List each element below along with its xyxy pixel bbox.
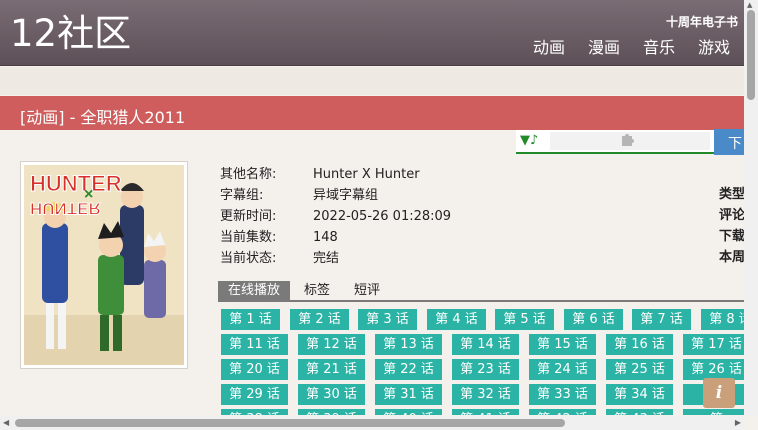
episode-button[interactable]: 第 6 话 [564, 309, 623, 330]
episode-button[interactable]: 第 26 话 [683, 359, 744, 380]
episode-button[interactable]: 第 15 话 [529, 334, 596, 355]
episode-button[interactable]: 第 39 话 [298, 409, 365, 415]
episode-button[interactable]: 第 11 话 [221, 334, 288, 355]
music-player[interactable]: ▼♪ [516, 130, 714, 154]
episode-button[interactable]: 第 13 话 [375, 334, 442, 355]
info-icon[interactable]: i [703, 378, 735, 408]
info-label: 当前状态: [220, 251, 277, 266]
episode-button[interactable]: 第 29 话 [221, 384, 288, 405]
side-label-type: 类型 [719, 187, 746, 202]
episode-button[interactable]: 第 31 话 [375, 384, 442, 405]
main-nav: 动画 漫画 音乐 游戏 [533, 38, 730, 58]
nav-games[interactable]: 游戏 [698, 38, 730, 58]
episode-button[interactable]: 第 43 话 [606, 409, 673, 415]
vertical-scrollbar[interactable]: ▲ [744, 0, 758, 416]
side-info-labels: 类型 评论 下载 本周 [719, 184, 745, 268]
episode-button[interactable]: 第 34 话 [606, 384, 673, 405]
episode-button[interactable]: 第 30 话 [298, 384, 365, 405]
episode-button[interactable]: 第 2 话 [290, 309, 349, 330]
episode-button[interactable]: 第 20 话 [221, 359, 288, 380]
site-header: 12社区 十周年电子书 动画 漫画 音乐 游戏 [0, 0, 744, 66]
episode-button[interactable]: 第 40 话 [375, 409, 442, 415]
scroll-up-arrow-icon[interactable]: ▲ [747, 1, 752, 9]
plugin-puzzle-icon [620, 131, 636, 151]
episode-button[interactable]: 第 [683, 409, 744, 415]
tenth-anniversary-ebook-link[interactable]: 十周年电子书 [666, 13, 738, 30]
site-logo[interactable]: 12社区 [10, 14, 131, 54]
info-value: 2022-05-26 01:28:09 [313, 209, 452, 224]
tab-tags[interactable]: 标签 [294, 281, 340, 300]
info-value: 148 [313, 230, 338, 245]
horizontal-scroll-thumb[interactable] [15, 419, 565, 427]
episode-button[interactable]: 第 8 话 [701, 309, 744, 330]
scroll-left-arrow-icon[interactable]: ◀ [3, 418, 9, 427]
episode-button[interactable]: 第 21 话 [298, 359, 365, 380]
tab-short-reviews[interactable]: 短评 [344, 281, 390, 300]
page-title-bar: [动画] - 全职猎人2011 [0, 96, 744, 130]
svg-text:×: × [84, 186, 93, 203]
info-value[interactable]: 异域字幕组 [313, 185, 378, 206]
info-label: 更新时间: [220, 209, 277, 224]
nav-anime[interactable]: 动画 [533, 38, 565, 58]
horizontal-scrollbar[interactable]: ◀ ▶ [0, 416, 744, 430]
info-value: Hunter X Hunter [313, 167, 420, 182]
side-label-comments: 评论 [719, 208, 746, 223]
content-tabs: 在线播放 标签 短评 [218, 281, 744, 302]
episode-button[interactable]: 第 24 话 [529, 359, 596, 380]
download-button[interactable]: 下 [714, 129, 744, 155]
episode-button[interactable]: 第 23 话 [452, 359, 519, 380]
episode-button[interactable]: 第 1 话 [221, 309, 280, 330]
episode-list: 第 1 话第 2 话第 3 话第 4 话第 5 话第 6 话第 7 话第 8 话… [221, 309, 744, 415]
episode-button[interactable]: 第 17 话 [683, 334, 744, 355]
episode-button[interactable]: 第 16 话 [606, 334, 673, 355]
info-label: 字幕组: [220, 188, 264, 203]
episode-button[interactable]: 第 7 话 [632, 309, 691, 330]
music-note-icon[interactable]: ▼♪ [520, 133, 538, 148]
episode-button[interactable]: 第 14 话 [452, 334, 519, 355]
episode-button[interactable]: 第 41 话 [452, 409, 519, 415]
episode-button[interactable]: 第 42 话 [529, 409, 596, 415]
vertical-scroll-thumb[interactable] [747, 10, 755, 100]
page-title: [动画] - 全职猎人2011 [20, 108, 186, 127]
episode-button[interactable]: 第 3 话 [358, 309, 417, 330]
episode-button[interactable]: 第 38 话 [221, 409, 288, 415]
info-row-status: 当前状态: 完结 [220, 248, 451, 269]
info-value: 完结 [313, 251, 340, 266]
episode-button[interactable]: 第 33 话 [529, 384, 596, 405]
episode-button[interactable]: 第 25 话 [606, 359, 673, 380]
sub-band [0, 67, 744, 95]
info-label: 其他名称: [220, 167, 277, 182]
anime-info-table: 其他名称: Hunter X Hunter 字幕组: 异域字幕组 更新时间: 2… [220, 164, 451, 269]
info-row-subgroup: 字幕组: 异域字幕组 [220, 185, 451, 206]
tab-online-play[interactable]: 在线播放 [218, 281, 291, 300]
side-label-downloads: 下载 [719, 229, 746, 244]
info-row-updated: 更新时间: 2022-05-26 01:28:09 [220, 206, 451, 227]
episode-button[interactable]: 第 32 话 [452, 384, 519, 405]
nav-manga[interactable]: 漫画 [588, 38, 620, 58]
cover-title-top: HUNTER [30, 171, 122, 196]
episode-button[interactable]: 第 12 话 [298, 334, 365, 355]
info-row-alt-name: 其他名称: Hunter X Hunter [220, 164, 451, 185]
info-row-episodes: 当前集数: 148 [220, 227, 451, 248]
anime-cover-image: HUNTER HUNTER × [20, 161, 188, 369]
scroll-right-arrow-icon[interactable]: ▶ [735, 418, 741, 427]
episode-button[interactable]: 第 22 话 [375, 359, 442, 380]
episode-button[interactable]: 第 4 话 [427, 309, 486, 330]
info-label: 当前集数: [220, 230, 277, 245]
nav-music[interactable]: 音乐 [643, 38, 675, 58]
side-label-this-week: 本周 [719, 250, 746, 265]
episode-button[interactable]: 第 5 话 [495, 309, 554, 330]
